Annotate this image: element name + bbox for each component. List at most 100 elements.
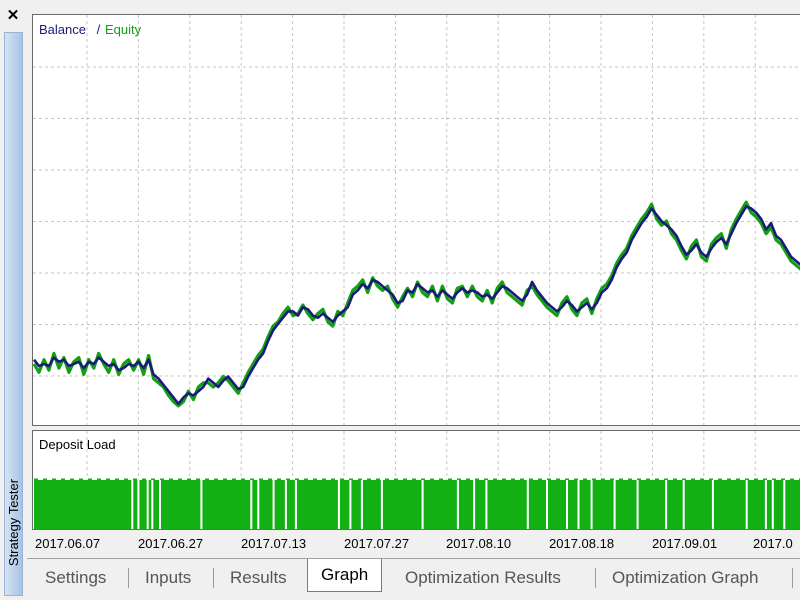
- deposit-load-bar-top: [421, 478, 425, 480]
- deposit-load-bar-top: [277, 478, 281, 480]
- deposit-load-bar-top: [466, 478, 470, 480]
- deposit-load-gap: [137, 480, 140, 529]
- deposit-load-bar-top: [484, 478, 488, 480]
- deposit-load-bar-top: [448, 478, 452, 480]
- deposit-load-bar-top: [187, 478, 191, 480]
- tester-tabs: Settings Inputs Results Graph Optimizati…: [27, 558, 800, 600]
- deposit-load-bar-top: [790, 478, 794, 480]
- deposit-load-bar-top: [295, 478, 299, 480]
- strategy-tester-sidebar: ✕ Strategy Tester: [0, 0, 27, 600]
- deposit-load-bar-top: [61, 478, 65, 480]
- deposit-load-bar-top: [565, 478, 569, 480]
- deposit-load-gap: [764, 480, 767, 529]
- close-icon[interactable]: ✕: [3, 4, 23, 26]
- legend-equity: Equity: [105, 22, 142, 37]
- deposit-load-gap: [146, 480, 149, 529]
- x-tick-label: 2017.08.18: [549, 536, 614, 551]
- deposit-load-bar-top: [583, 478, 587, 480]
- deposit-load-gap: [360, 480, 363, 529]
- deposit-load-bar-top: [439, 478, 443, 480]
- deposit-load-bar-top: [655, 478, 659, 480]
- tab-separator: [595, 568, 596, 588]
- deposit-load-bar-top: [232, 478, 236, 480]
- deposit-load-bar-top: [214, 478, 218, 480]
- legend-separator: /: [93, 22, 104, 37]
- deposit-load-bar-top: [322, 478, 326, 480]
- deposit-load-bar-top: [763, 478, 767, 480]
- x-tick-label: 2017.0: [753, 536, 793, 551]
- deposit-load-bar-top: [682, 478, 686, 480]
- graph-svg: Balance / Equity Deposit Load 2017.06.07…: [32, 14, 800, 551]
- sidebar-title: Strategy Tester: [4, 452, 23, 592]
- deposit-load-bar-top: [403, 478, 407, 480]
- deposit-load-bar-top: [124, 478, 128, 480]
- tab-settings[interactable]: Settings: [41, 565, 110, 591]
- deposit-load-bar-top: [340, 478, 344, 480]
- deposit-load-gap: [456, 480, 459, 529]
- deposit-load-bar-top: [115, 478, 119, 480]
- tab-optimization-graph[interactable]: Optimization Graph: [608, 565, 762, 591]
- deposit-load-bar-top: [673, 478, 677, 480]
- deposit-load-bar-top: [691, 478, 695, 480]
- deposit-load-gap: [159, 480, 161, 529]
- deposit-load-gap: [151, 480, 154, 529]
- deposit-load-bar-top: [223, 478, 227, 480]
- tab-results[interactable]: Results: [226, 565, 291, 591]
- deposit-load-bar-top: [502, 478, 506, 480]
- deposit-load-gap: [337, 480, 340, 529]
- deposit-load-bar-top: [133, 478, 137, 480]
- deposit-load-bar-top: [79, 478, 83, 480]
- deposit-load-bars: [34, 480, 800, 529]
- deposit-load-bar-top: [250, 478, 254, 480]
- deposit-load-bar-top: [628, 478, 632, 480]
- deposit-load-bar-top: [592, 478, 596, 480]
- deposit-load-gap: [771, 480, 774, 529]
- deposit-load-bar-top: [268, 478, 272, 480]
- deposit-load-bar-top: [529, 478, 533, 480]
- x-axis-ticks: 2017.06.07 2017.06.27 2017.07.13 2017.07.27…: [35, 536, 793, 551]
- deposit-load-gap: [577, 480, 580, 529]
- deposit-load-gap: [546, 480, 548, 529]
- tab-optimization-results[interactable]: Optimization Results: [401, 565, 565, 591]
- deposit-load-bar-top: [259, 478, 263, 480]
- deposit-load-bar-top: [52, 478, 56, 480]
- deposit-load-gap: [665, 480, 668, 529]
- tab-graph[interactable]: Graph: [307, 559, 383, 592]
- deposit-load-gap: [566, 480, 568, 529]
- deposit-load-bar-top: [619, 478, 623, 480]
- deposit-load-bar-top: [430, 478, 434, 480]
- deposit-load-gap: [745, 480, 748, 529]
- deposit-load-bar-top: [727, 478, 731, 480]
- deposit-load-bar-top: [376, 478, 380, 480]
- deposit-load-bar-top: [394, 478, 398, 480]
- deposit-load-bar-top: [367, 478, 371, 480]
- deposit-load-bar-top: [286, 478, 290, 480]
- deposit-load-bar-top: [43, 478, 47, 480]
- deposit-load-gap: [250, 480, 253, 529]
- deposit-load-gap: [294, 480, 297, 529]
- deposit-load-bar-top: [151, 478, 155, 480]
- deposit-load-bar-top: [547, 478, 551, 480]
- deposit-load-bar-top: [205, 478, 209, 480]
- deposit-load-bar-top: [241, 478, 245, 480]
- deposit-load-bar-top: [169, 478, 173, 480]
- deposit-load-bar-top: [349, 478, 353, 480]
- deposit-load-bar-top: [556, 478, 560, 480]
- deposit-load-bar-top: [304, 478, 308, 480]
- deposit-load-bar-top: [700, 478, 704, 480]
- x-tick-label: 2017.07.27: [344, 536, 409, 551]
- deposit-load-bar-top: [97, 478, 101, 480]
- deposit-load-bar-top: [493, 478, 497, 480]
- deposit-load-bar-top: [412, 478, 416, 480]
- deposit-load-gap: [613, 480, 616, 529]
- deposit-load-bar-top: [511, 478, 515, 480]
- deposit-load-bar-top: [457, 478, 461, 480]
- deposit-load-bar-top: [142, 478, 146, 480]
- tab-inputs[interactable]: Inputs: [141, 565, 195, 591]
- deposit-load-bar-top: [160, 478, 164, 480]
- deposit-load-bar-top: [313, 478, 317, 480]
- deposit-load-bar-top: [610, 478, 614, 480]
- deposit-load-bar-top: [637, 478, 641, 480]
- deposit-load-gap: [526, 480, 529, 529]
- deposit-load-gap: [783, 480, 786, 529]
